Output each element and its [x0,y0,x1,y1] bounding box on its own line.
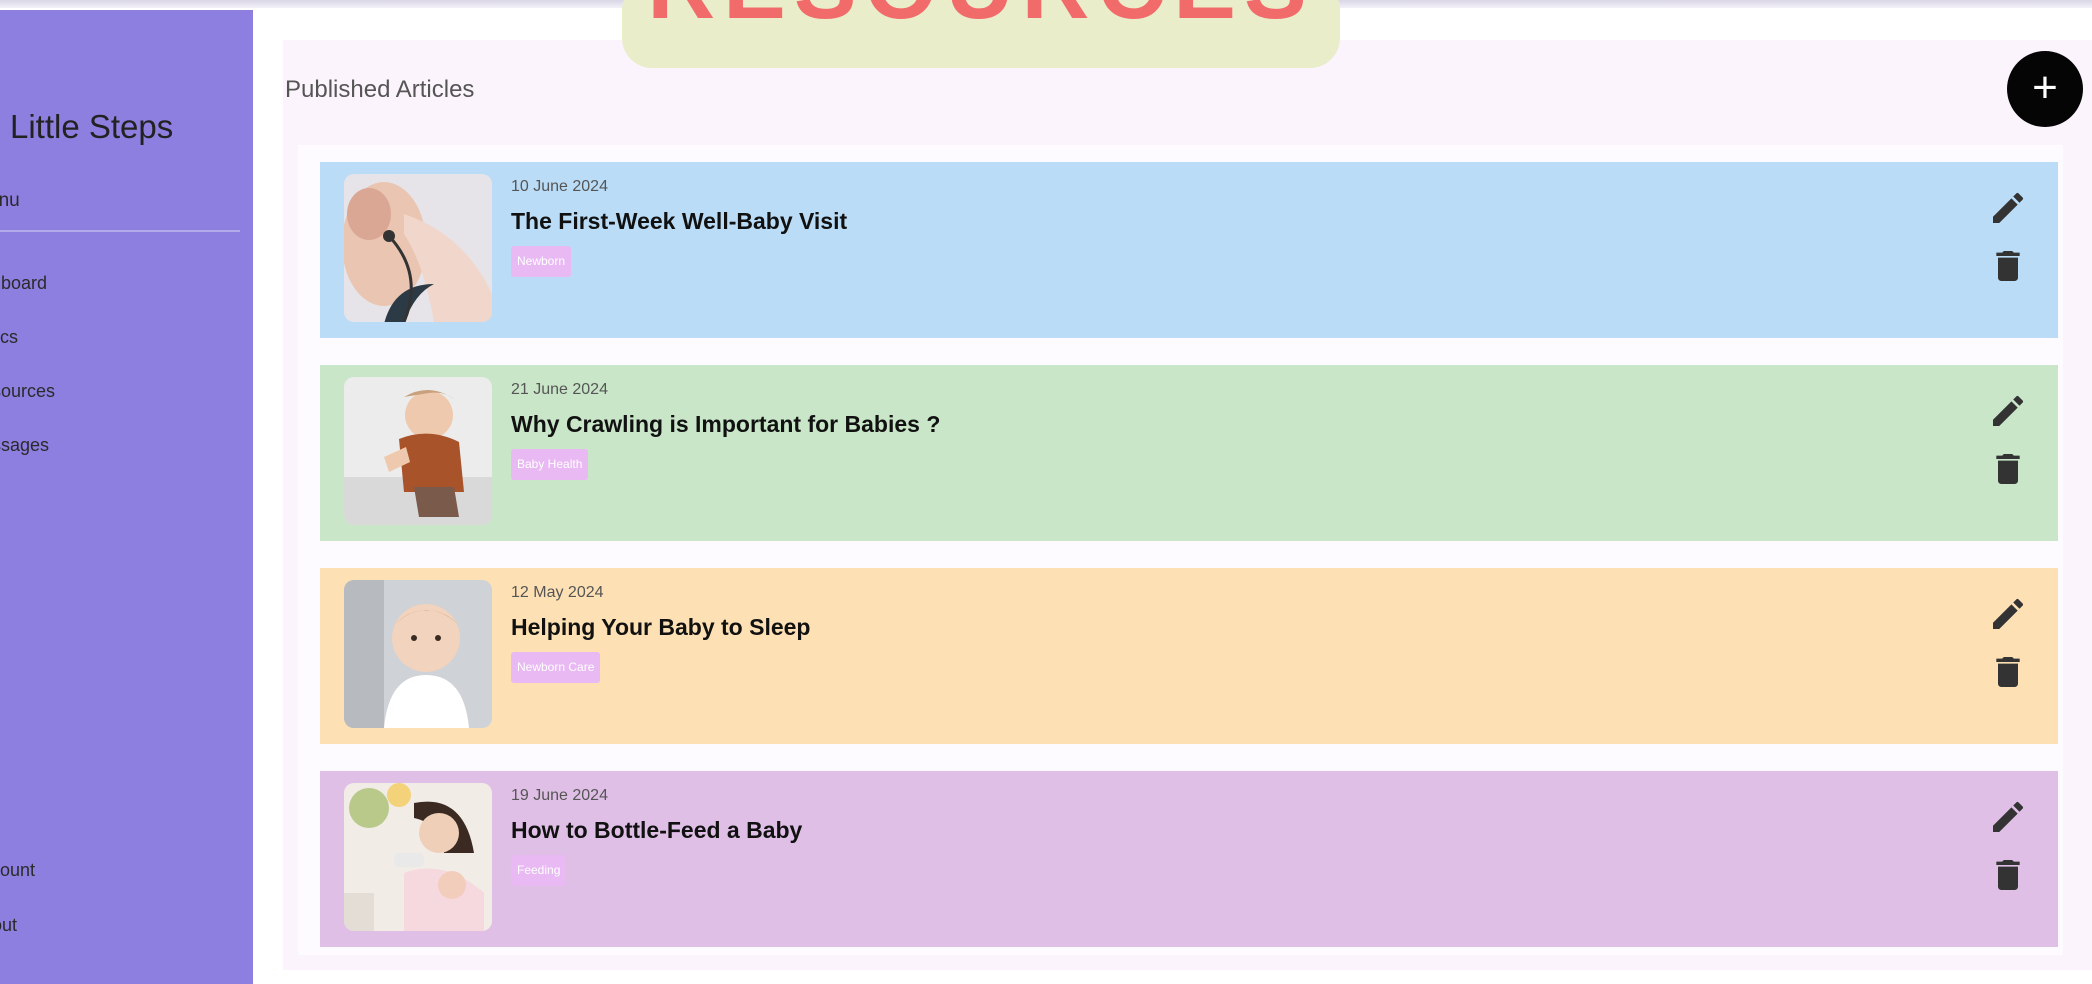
article-card[interactable]: 12 May 2024 Helping Your Baby to Sleep N… [320,568,2058,744]
article-thumbnail-doctor-checkup [344,174,492,322]
plus-icon: + [2032,63,2058,112]
pencil-icon[interactable] [1988,797,2028,837]
article-card[interactable]: 10 June 2024 The First-Week Well-Baby Vi… [320,162,2058,338]
article-tag: Baby Health [511,449,589,480]
article-card[interactable]: 19 June 2024 How to Bottle-Feed a Baby F… [320,771,2058,947]
page-title: Published Articles [285,76,475,103]
article-date: 12 May 2024 [511,584,604,601]
pencil-icon[interactable] [1988,594,2028,634]
article-card[interactable]: 21 June 2024 Why Crawling is Important f… [320,365,2058,541]
trash-icon[interactable] [1988,449,2028,489]
trash-icon[interactable] [1988,246,2028,286]
sidebar-item-dashboard[interactable]: shboard [0,273,47,294]
sidebar-item-clinics[interactable]: inics [0,327,18,348]
pencil-icon[interactable] [1988,188,2028,228]
article-thumbnail-baby-sitting [344,580,492,728]
add-article-button[interactable]: + [2007,51,2083,127]
article-title[interactable]: The First-Week Well-Baby Visit [511,208,847,235]
trash-icon[interactable] [1988,652,2028,692]
sidebar-item-resources[interactable]: esources [0,381,55,402]
menu-heading: enu [0,190,20,211]
article-title[interactable]: Why Crawling is Important for Babies ? [511,411,940,438]
article-title[interactable]: Helping Your Baby to Sleep [511,614,810,641]
section-banner: RESOURCES [622,0,1340,68]
trash-icon[interactable] [1988,855,2028,895]
sidebar-item-account[interactable]: ccount [0,860,35,881]
article-thumbnail-crawling-baby [344,377,492,525]
article-date: 10 June 2024 [511,178,608,195]
sidebar: Little Steps enu shboard inics esources … [0,10,253,984]
sidebar-item-messages[interactable]: essages [0,435,49,456]
article-title[interactable]: How to Bottle-Feed a Baby [511,817,802,844]
article-date: 21 June 2024 [511,381,608,398]
article-tag: Newborn Care [511,652,601,683]
article-tag: Feeding [511,855,567,886]
article-thumbnail-bottle-feeding [344,783,492,931]
banner-title: RESOURCES [622,0,1340,40]
app-brand: Little Steps [10,108,174,145]
article-date: 19 June 2024 [511,787,608,804]
menu-divider [0,230,240,232]
pencil-icon[interactable] [1988,391,2028,431]
sidebar-item-logout[interactable]: gout [0,915,17,936]
article-tag: Newborn [511,246,572,277]
